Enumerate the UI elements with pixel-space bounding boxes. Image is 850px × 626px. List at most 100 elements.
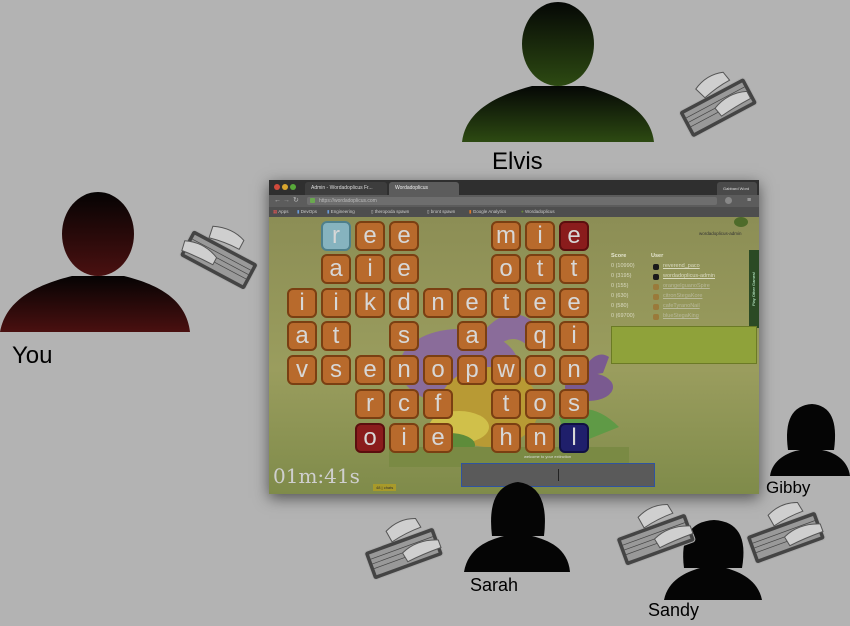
user-link[interactable]: cafeTyranoNail: [663, 303, 700, 309]
letter-tile[interactable]: e: [355, 355, 385, 385]
score-row: 0 (155) orangeIguanoSpire: [611, 283, 751, 292]
user-link[interactable]: orangeIguanoSpire: [663, 283, 710, 289]
minimize-window-icon[interactable]: [282, 184, 288, 190]
forward-icon[interactable]: →: [283, 195, 290, 207]
letter-tile[interactable]: i: [287, 288, 317, 318]
chat-badge[interactable]: 48 | chats: [373, 484, 397, 491]
extension-icon[interactable]: [725, 197, 732, 204]
profile-button[interactable]: Gabbard Word: [717, 182, 757, 195]
letter-tile[interactable]: o: [525, 389, 555, 419]
bookmark-apps[interactable]: ▦ Apps: [273, 207, 289, 217]
letter-tile[interactable]: e: [525, 288, 555, 318]
letter-tile[interactable]: e: [559, 288, 589, 318]
letter-tile[interactable]: c: [389, 389, 419, 419]
letter-tile[interactable]: o: [355, 423, 385, 453]
letter-tile[interactable]: k: [355, 288, 385, 318]
sandy-label: Sandy: [648, 600, 700, 620]
letter-tile[interactable]: s: [559, 389, 589, 419]
letter-tile[interactable]: e: [423, 423, 453, 453]
menu-icon[interactable]: ≡: [747, 195, 751, 207]
letter-tile[interactable]: f: [423, 389, 453, 419]
letter-tile[interactable]: i: [355, 254, 385, 284]
reload-icon[interactable]: ↻: [293, 195, 299, 207]
letter-tile[interactable]: a: [457, 321, 487, 351]
letter-tile[interactable]: m: [491, 221, 521, 251]
user-link[interactable]: citronStegaKore: [663, 293, 702, 299]
score-value: 0 (69700): [611, 313, 635, 319]
letter-tile[interactable]: q: [525, 321, 555, 351]
play-other-games-tab[interactable]: Play Other Games!: [749, 250, 759, 328]
letter-tile[interactable]: i: [389, 423, 419, 453]
letter-tile[interactable]: o: [423, 355, 453, 385]
play-panel: [611, 326, 757, 364]
browser-tab-wordadoplicus[interactable]: Wordadoplicus: [389, 182, 459, 195]
keyboard-icon: [364, 517, 444, 580]
letter-tile[interactable]: r: [321, 221, 351, 251]
bookmark-bront-spawn[interactable]: ▯ bront spawn: [427, 207, 455, 217]
page-icon: ▯: [427, 209, 430, 214]
user-link[interactable]: blueStegaKing: [663, 313, 699, 319]
letter-tile[interactable]: t: [525, 254, 555, 284]
letter-tile[interactable]: n: [559, 355, 589, 385]
browser-tab-admin[interactable]: Admin - Wordadoplicus Fr...: [305, 182, 387, 195]
score-row: 0 (630) citronStegaKore: [611, 293, 751, 302]
bookmark-devops[interactable]: ▮ DevOps: [297, 207, 317, 217]
analytics-icon: ▮: [469, 209, 472, 214]
letter-tile[interactable]: t: [321, 321, 351, 351]
score-value: 0 (580): [611, 303, 629, 309]
bookmark-google-analytics[interactable]: ▮ Google Analytics: [469, 207, 506, 217]
bookmark-wordadoplicus[interactable]: ● Wordadoplicus: [521, 207, 555, 217]
game-timer: 01m:41s: [273, 464, 360, 488]
maximize-window-icon[interactable]: [290, 184, 296, 190]
letter-tile[interactable]: i: [321, 288, 351, 318]
letter-tile[interactable]: s: [321, 355, 351, 385]
letter-tile[interactable]: r: [355, 389, 385, 419]
dinosaur-avatar-icon: [653, 314, 659, 320]
letter-tile[interactable]: l: [559, 423, 589, 453]
address-bar[interactable]: https://wordadoplicus.com: [307, 197, 717, 205]
letter-tile[interactable]: e: [355, 221, 385, 251]
score-header: Score: [611, 253, 627, 259]
letter-tile[interactable]: e: [457, 288, 487, 318]
letter-tile[interactable]: p: [457, 355, 487, 385]
letter-tile[interactable]: t: [559, 254, 589, 284]
letter-tile[interactable]: s: [389, 321, 419, 351]
letter-tile[interactable]: o: [491, 254, 521, 284]
letter-tile[interactable]: a: [287, 321, 317, 351]
letter-tile[interactable]: o: [525, 355, 555, 385]
letter-tile[interactable]: w: [491, 355, 521, 385]
letter-tile[interactable]: n: [525, 423, 555, 453]
user-link[interactable]: reverend_paco: [663, 263, 700, 269]
score-value: 0 (155): [611, 283, 629, 289]
score-value: 0 (3195): [611, 273, 632, 279]
keyboard-icon: [616, 503, 696, 566]
letter-tile[interactable]: a: [321, 254, 351, 284]
you-silhouette: [0, 192, 190, 332]
letter-tile[interactable]: n: [423, 288, 453, 318]
letter-tile[interactable]: e: [389, 221, 419, 251]
welcome-message: welcome to your extinction: [524, 454, 572, 459]
letter-tile[interactable]: e: [559, 221, 589, 251]
keyboard-icon: [679, 71, 758, 138]
dinosaur-avatar-icon: [653, 304, 659, 310]
letter-tile[interactable]: i: [559, 321, 589, 351]
user-header: User: [651, 253, 664, 259]
dinosaur-avatar-icon: [653, 284, 659, 290]
bookmark-theropoda-spawn[interactable]: ▯ theropoda spawn: [371, 207, 409, 217]
letter-tile[interactable]: n: [389, 355, 419, 385]
letter-tile[interactable]: h: [491, 423, 521, 453]
letter-tile[interactable]: d: [389, 288, 419, 318]
letter-tile[interactable]: i: [525, 221, 555, 251]
score-row: 0 (10990) reverend_paco: [611, 263, 751, 272]
close-window-icon[interactable]: [274, 184, 280, 190]
user-link[interactable]: wordadoplicus-admin: [663, 273, 715, 279]
letter-tile[interactable]: t: [491, 288, 521, 318]
bookmark-engineering[interactable]: ▮ Engineering: [327, 207, 355, 217]
logo-text: wordadoplicus-admin: [699, 231, 742, 236]
apps-icon: ▦: [273, 209, 278, 214]
letter-tile[interactable]: t: [491, 389, 521, 419]
back-icon[interactable]: ←: [274, 195, 281, 207]
letter-tile[interactable]: e: [389, 254, 419, 284]
letter-tile[interactable]: v: [287, 355, 317, 385]
score-value: 0 (630): [611, 293, 629, 299]
